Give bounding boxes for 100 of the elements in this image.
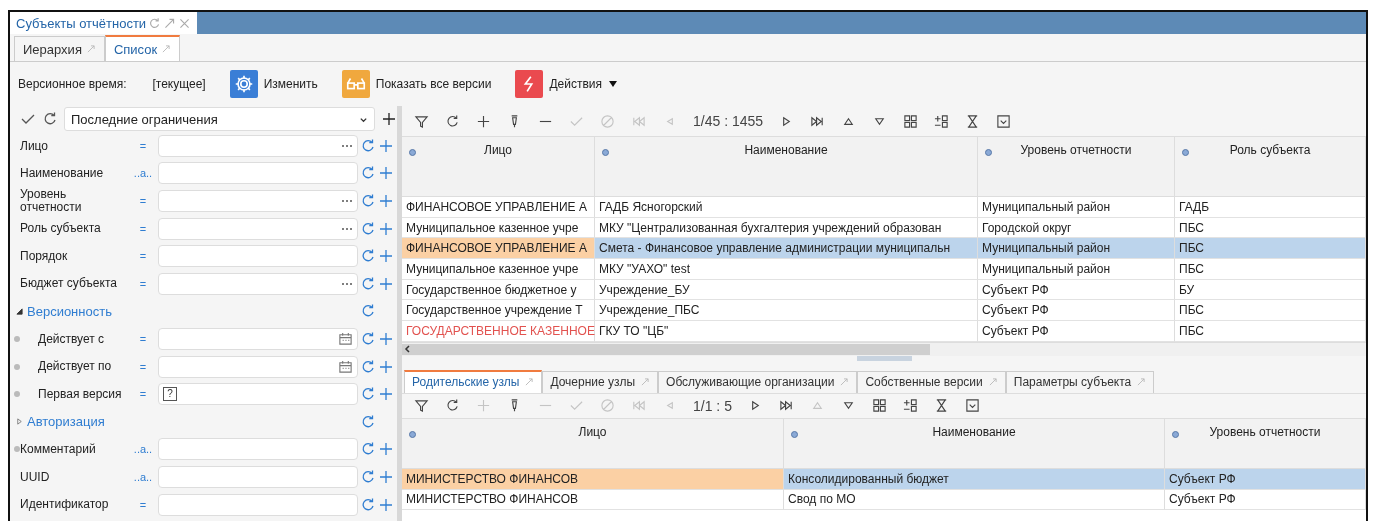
filter-input[interactable] xyxy=(158,272,358,295)
change-button[interactable]: Изменить xyxy=(229,70,318,98)
table-cell: БУ xyxy=(1175,279,1366,301)
ellipsis-icon[interactable] xyxy=(341,226,353,231)
refresh-icon[interactable] xyxy=(445,398,460,414)
preset-select[interactable]: Последние ограничения xyxy=(64,107,375,131)
table-cell: Субъект РФ xyxy=(978,279,1175,301)
group-header[interactable]: Версионность xyxy=(16,303,358,319)
filter-label: Роль субъекта xyxy=(20,222,101,235)
detail-tab[interactable]: Родительские узлы xyxy=(404,369,543,393)
view-tab[interactable]: Иерархия xyxy=(14,36,105,61)
table-cell: МКУ "УАХО" test xyxy=(595,259,978,280)
calendar-icon[interactable] xyxy=(338,359,353,375)
view-tab[interactable]: Список xyxy=(104,35,181,61)
actions-button[interactable]: Действия xyxy=(515,70,618,98)
detail-tab[interactable]: Параметры субъекта xyxy=(1005,370,1155,393)
filter-input[interactable] xyxy=(158,355,358,378)
ellipsis-icon[interactable] xyxy=(341,143,353,148)
filter-input[interactable] xyxy=(158,134,358,157)
operator-label[interactable]: = xyxy=(128,332,158,345)
table-cell: Учреждение_ПБС xyxy=(595,300,978,322)
refresh-icon[interactable] xyxy=(360,275,376,292)
column-header[interactable]: Лицо xyxy=(402,418,784,469)
ellipsis-icon[interactable] xyxy=(341,199,353,203)
refresh-icon[interactable] xyxy=(360,137,376,154)
filter-input[interactable] xyxy=(158,493,358,516)
filter-icon[interactable] xyxy=(414,398,429,414)
refresh-icon[interactable] xyxy=(360,413,376,430)
operator-label[interactable]: ..a.. xyxy=(128,167,158,180)
grid-plus-icon[interactable] xyxy=(934,113,950,129)
grid-plus-icon[interactable] xyxy=(902,398,918,414)
table-cell: ФИНАНСОВОЕ УПРАВЛЕНИЕ А xyxy=(402,197,595,218)
filter-label: Действует с xyxy=(38,332,105,346)
scroll-left-icon[interactable] xyxy=(404,345,412,354)
filter-input[interactable] xyxy=(158,190,358,212)
filter-input[interactable] xyxy=(158,217,358,240)
close-icon[interactable] xyxy=(178,16,192,30)
plus-icon[interactable] xyxy=(381,111,397,127)
column-header[interactable]: Наименование xyxy=(595,137,978,197)
operator-label[interactable]: = xyxy=(128,498,158,511)
filter-label: Порядок xyxy=(20,249,68,263)
expand-icon[interactable] xyxy=(163,16,177,30)
filter-input[interactable] xyxy=(158,438,358,461)
column-header[interactable]: Уровень отчетности xyxy=(1165,418,1366,469)
refresh-icon[interactable] xyxy=(360,220,376,237)
operator-label[interactable]: = xyxy=(128,277,158,290)
page-counter: 1/1 : 5 xyxy=(693,397,732,414)
filter-input[interactable] xyxy=(158,327,358,350)
operator-label[interactable]: = xyxy=(128,222,158,235)
table-cell: Субъект РФ xyxy=(978,300,1175,322)
bullet-icon xyxy=(14,335,20,342)
refresh-icon[interactable] xyxy=(360,468,376,485)
dropdown-box-icon[interactable] xyxy=(996,113,1012,129)
column-header[interactable]: Наименование xyxy=(784,418,1165,469)
operator-label[interactable]: = xyxy=(128,139,158,152)
operator-label[interactable]: ..a.. xyxy=(128,470,158,483)
bullet-icon xyxy=(14,363,20,370)
refresh-icon[interactable] xyxy=(360,193,376,209)
refresh-icon[interactable] xyxy=(360,496,376,513)
table-cell: ПБС xyxy=(1175,321,1366,342)
show-versions-button[interactable]: Показать все версии xyxy=(341,70,492,98)
filter-icon[interactable] xyxy=(414,113,429,129)
filter-input[interactable] xyxy=(158,162,358,185)
expand-icon xyxy=(16,418,23,426)
table-cell: ГКУ ТО "ЦБ" xyxy=(595,321,978,342)
grid-icon[interactable] xyxy=(903,113,919,129)
scrollbar-thumb[interactable] xyxy=(402,343,930,355)
document-tab[interactable]: Субъекты отчётности xyxy=(10,12,198,34)
detail-tab[interactable]: Дочерние узлы xyxy=(542,370,659,393)
operator-label[interactable]: = xyxy=(128,388,158,401)
column-header[interactable]: Роль субъекта xyxy=(1175,137,1366,197)
table-cell: Муниципальный район xyxy=(978,259,1175,280)
filter-input[interactable] xyxy=(158,245,358,268)
refresh-icon[interactable] xyxy=(360,330,376,347)
detail-tab[interactable]: Собственные версии xyxy=(857,370,1006,393)
refresh-icon[interactable] xyxy=(445,113,460,129)
plus-icon[interactable] xyxy=(476,113,491,129)
checkbox[interactable]: ? xyxy=(163,387,177,402)
filter-input[interactable]: ? xyxy=(158,383,358,406)
operator-label[interactable]: = xyxy=(128,360,158,373)
operator-label[interactable]: = xyxy=(128,195,158,207)
column-header[interactable]: Уровень отчетности xyxy=(978,137,1175,197)
filter-input[interactable] xyxy=(158,465,358,488)
table-cell: Муниципальное казенное учре xyxy=(402,259,595,280)
table-cell: Муниципальный район xyxy=(978,238,1175,260)
refresh-icon[interactable] xyxy=(360,358,376,375)
calendar-icon[interactable] xyxy=(338,331,353,347)
ellipsis-icon[interactable] xyxy=(341,281,353,286)
filter-label: Действует по xyxy=(38,360,112,373)
detail-tab[interactable]: Обслуживающие организации xyxy=(658,370,858,393)
operator-label[interactable]: = xyxy=(128,250,158,263)
refresh-icon[interactable] xyxy=(42,111,58,127)
group-header[interactable]: Авторизация xyxy=(16,414,358,430)
grid-icon[interactable] xyxy=(871,398,887,414)
splitter-handle[interactable] xyxy=(856,355,912,361)
table-cell: Субъект РФ xyxy=(978,321,1175,342)
operator-label[interactable]: ..a.. xyxy=(128,443,158,456)
dropdown-box-icon[interactable] xyxy=(964,398,980,414)
column-header[interactable]: Лицо xyxy=(402,137,595,197)
column-dot-icon xyxy=(602,149,609,156)
